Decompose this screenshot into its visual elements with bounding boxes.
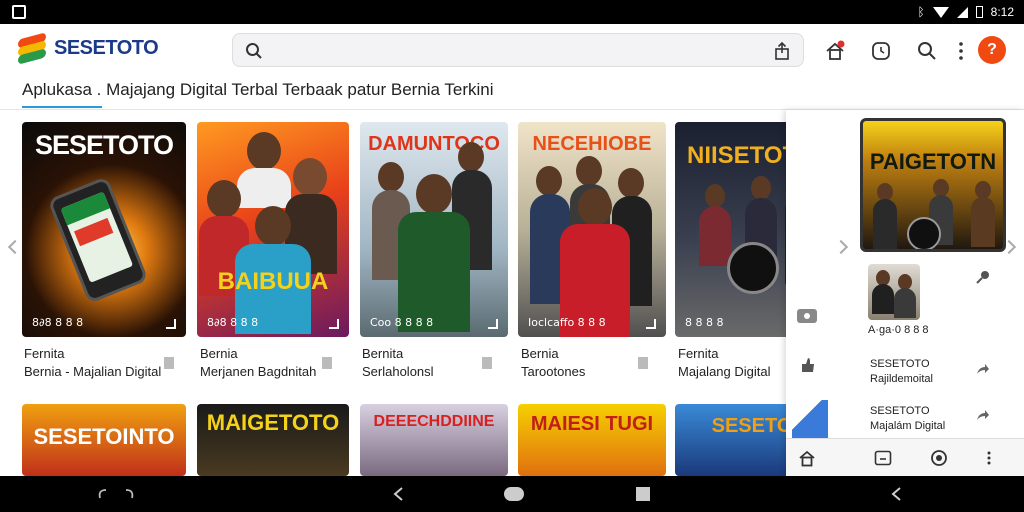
poster-title: DEEECHDDIINE <box>373 413 495 430</box>
logo-icon <box>18 32 46 65</box>
back-icon-secondary[interactable] <box>890 487 902 501</box>
scroll-left-icon[interactable] <box>7 239 23 255</box>
card-thumbnail[interactable]: NECEHIOBE Ioclcaffo 8 8 8 <box>518 122 666 337</box>
home-icon[interactable] <box>798 449 816 467</box>
poster-caption: Coo 8 8 8 8 <box>370 316 434 329</box>
back-icon[interactable] <box>392 487 404 501</box>
app-header: SESETOTO ? <box>0 24 1024 74</box>
history-icon[interactable] <box>870 40 892 62</box>
search-bar[interactable] <box>232 33 804 67</box>
expand-icon <box>646 319 656 329</box>
avatar[interactable]: ? <box>978 36 1006 64</box>
card-name: Fernita <box>24 346 65 361</box>
system-nav-bar <box>0 476 1024 512</box>
card-subtitle: Tarootones <box>521 364 586 379</box>
poster-title: DAMUNTOCO <box>368 133 500 155</box>
panel-toolbar <box>786 438 1024 476</box>
card-thumbnail[interactable]: MAIESI TUGI <box>518 404 666 476</box>
poster-title: MAIESI TUGI <box>530 413 654 435</box>
share-arrow-icon[interactable] <box>976 408 990 422</box>
page-tagline: Aplukasa . Majajang Digital Terbal Terba… <box>22 80 494 99</box>
profile-icon[interactable] <box>930 449 948 467</box>
expand-icon <box>166 319 176 329</box>
more-vert-icon[interactable] <box>950 40 972 62</box>
drum-graphic <box>907 217 941 249</box>
poster-caption: Ioclcaffo 8 8 8 <box>528 316 606 329</box>
blue-thumb <box>792 400 828 438</box>
card-thumbnail[interactable]: SESETOINTO <box>22 404 186 476</box>
card-name: Bernia <box>521 346 559 361</box>
poster-title: SESETOTO <box>34 130 174 160</box>
thumb-up-icon[interactable] <box>800 356 816 374</box>
logo[interactable]: SESETOTO <box>18 32 159 65</box>
mic-icon[interactable] <box>976 270 990 284</box>
card-subtitle: Majalang Digital <box>678 364 771 379</box>
poster-title: BAIBUUA <box>217 268 329 295</box>
logo-text: SESETOTO <box>54 36 159 59</box>
signal-icon <box>956 6 968 18</box>
search-icon[interactable] <box>245 42 263 60</box>
poster-caption: 8 8 8 8 <box>685 316 724 329</box>
app: SESETOTO ? Aplukasa . Majajang Digital T… <box>0 24 1024 476</box>
expand-icon <box>329 319 339 329</box>
panel-small-thumbnail[interactable] <box>868 264 920 320</box>
status-bar: ᛒ 8:12 <box>0 0 1024 24</box>
card-thumbnail[interactable]: DAMUNTOCO Coo 8 8 8 8 <box>360 122 508 337</box>
card-subtitle: Serlaholonsl <box>362 364 434 379</box>
panel-item-title: SESETOTO <box>870 405 930 417</box>
phone-graphic <box>47 176 149 304</box>
card-thumbnail[interactable]: BAIBUUA 8∂8 8 8 8 <box>197 122 349 337</box>
rotate-icon[interactable] <box>96 486 136 502</box>
card-thumbnail[interactable]: MAIGETOTO <box>197 404 349 476</box>
card-name: Bernita <box>362 346 404 361</box>
screen: ᛒ 8:12 SESETOTO ? Aplukasa . Majajang Di… <box>0 0 1024 512</box>
home-notification-icon[interactable] <box>824 40 846 62</box>
battery-icon <box>975 6 983 18</box>
panel-item-subtitle: Rajildemoital <box>870 373 933 385</box>
search-icon-header[interactable] <box>916 40 938 62</box>
bookmark-icon[interactable] <box>482 357 492 369</box>
bookmark-icon[interactable] <box>638 357 648 369</box>
notification-icon <box>12 5 26 19</box>
panel-item-subtitle: Majalám Digital <box>870 420 946 432</box>
card-thumbnail[interactable]: SESETOTO 8∂8 8 8 8 <box>22 122 186 337</box>
share-arrow-icon[interactable] <box>976 362 990 376</box>
poster-caption: 8∂8 8 8 8 <box>207 316 259 329</box>
clock: 8:12 <box>990 5 1014 19</box>
poster-caption: 8∂8 8 8 8 <box>32 316 84 329</box>
image-icon[interactable] <box>796 308 818 324</box>
bluetooth-icon: ᛒ <box>917 5 925 19</box>
share-icon[interactable] <box>773 42 791 60</box>
card-name: Fernita <box>678 346 719 361</box>
poster-title: NECEHIOBE <box>532 133 652 155</box>
card-thumbnail[interactable]: DEEECHDDIINE <box>360 404 508 476</box>
expand-icon <box>488 319 498 329</box>
home-button-icon[interactable] <box>504 487 524 501</box>
bookmark-icon[interactable] <box>164 357 174 369</box>
scroll-right-icon[interactable] <box>833 239 849 255</box>
more-vert-icon[interactable] <box>984 450 994 466</box>
panel-thumbnail[interactable]: PAIGETOTN <box>860 118 1006 252</box>
recents-icon[interactable] <box>636 487 650 501</box>
panel-item-title: SESETOTO <box>870 358 930 370</box>
wifi-icon <box>932 6 949 18</box>
poster-title: SESETOINTO <box>33 424 175 449</box>
bookmark-icon[interactable] <box>322 357 332 369</box>
tabs-icon[interactable] <box>874 450 892 466</box>
poster-title: MAIGETOTO <box>206 410 340 435</box>
panel-poster-title: PAIGETOTN <box>869 149 997 174</box>
active-tab-indicator <box>22 106 102 108</box>
card-subtitle: Bernia - Majalian Digital <box>24 364 162 379</box>
card-subtitle: Merjanen Bagdnitah <box>200 364 317 379</box>
panel-small-caption: A·ga·0 8 8 8 <box>868 324 929 336</box>
card-name: Bernia <box>200 346 238 361</box>
drum-graphic <box>727 242 779 294</box>
